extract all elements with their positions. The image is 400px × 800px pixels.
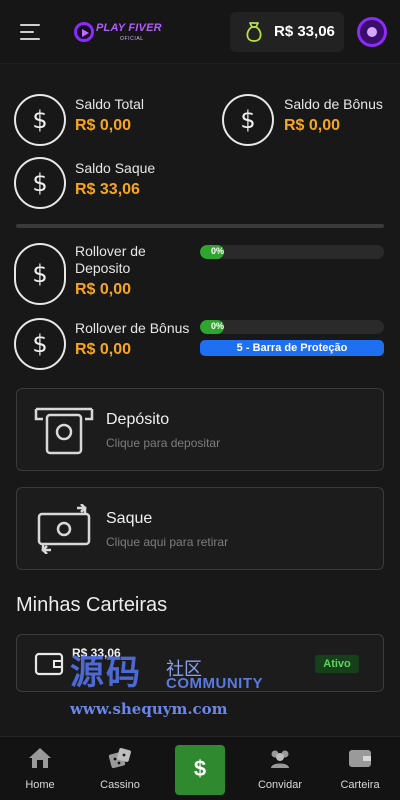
dollar-icon: $: [193, 756, 207, 781]
bonus-balance-label: Saldo de Bônus: [284, 96, 383, 112]
wallet-icon: [349, 750, 371, 767]
header-wallet-amount: R$ 33,06: [274, 23, 335, 40]
watermark-url: www.shequym.com: [70, 700, 228, 718]
dollar-icon: $: [222, 94, 274, 146]
deposit-subtitle: Clique para depositar: [106, 436, 221, 450]
nav-invite[interactable]: Convidar: [240, 737, 320, 800]
wallet-amount: R$ 33,06: [72, 646, 121, 660]
rollover-bonus-label: Rollover de Bônus: [75, 320, 190, 336]
nav-deposit-button[interactable]: $: [175, 745, 225, 795]
my-wallets-title: Minhas Carteiras: [16, 594, 168, 616]
dollar-icon: $: [14, 94, 66, 146]
rollover-bonus-value: R$ 0,00: [75, 341, 132, 358]
withdraw-title: Saque: [106, 510, 153, 527]
withdraw-balance-value: R$ 33,06: [75, 181, 140, 198]
money-bag-icon: [246, 22, 262, 42]
rollover-deposit-label: Rollover de Deposito: [75, 243, 146, 276]
withdraw-subtitle: Clique aqui para retirar: [106, 535, 229, 549]
nav-home-label: Home: [25, 779, 55, 791]
section-divider: [16, 224, 384, 228]
bonus-balance-value: R$ 0,00: [284, 117, 341, 134]
nav-home[interactable]: Home: [0, 737, 80, 800]
brand-logo[interactable]: PLAY FIVER OFICIAL: [74, 20, 166, 46]
withdraw-button[interactable]: Saque Clique aqui para retirar: [16, 487, 384, 570]
logo-name: PLAY FIVER: [96, 22, 162, 34]
nav-wallet-label: Carteira: [340, 779, 380, 791]
bottom-navigation: Home Cassino $ Convidar Carteira: [0, 736, 400, 800]
protection-bar: 5 - Barra de Proteção: [200, 340, 384, 356]
menu-icon[interactable]: [20, 22, 44, 42]
deposit-icon: [34, 407, 94, 455]
deposit-button[interactable]: Depósito Clique para depositar: [16, 388, 384, 471]
play-logo-icon: [74, 22, 94, 42]
header-wallet-balance[interactable]: R$ 33,06: [230, 12, 344, 52]
wallet-status-badge: Ativo: [315, 655, 359, 673]
dollar-icon: $: [14, 243, 66, 305]
rollover-bonus-percent: 0%: [211, 321, 225, 331]
rollover-bonus-progress: 0%: [200, 320, 384, 334]
logo-subtitle: OFICIAL: [120, 36, 144, 42]
dollar-icon: $: [14, 318, 66, 370]
nav-casino-label: Cassino: [100, 779, 140, 791]
withdraw-balance-label: Saldo Saque: [75, 160, 156, 176]
nav-invite-label: Convidar: [257, 779, 303, 791]
wallet-icon: [34, 652, 64, 676]
deposit-title: Depósito: [106, 411, 170, 428]
dollar-icon: $: [14, 157, 66, 209]
user-avatar[interactable]: [357, 17, 387, 47]
rollover-deposit-progress: 0%: [200, 245, 384, 259]
nav-wallet[interactable]: Carteira: [320, 737, 400, 800]
rollover-deposit-value: R$ 0,00: [75, 281, 132, 298]
users-icon: [271, 750, 289, 768]
withdraw-icon: [37, 504, 91, 554]
wallet-list-item[interactable]: R$ 33,06 Ativo: [16, 634, 384, 692]
rollover-deposit-percent: 0%: [211, 246, 225, 256]
home-icon: [29, 748, 51, 768]
dice-icon: [108, 748, 131, 769]
app-header: PLAY FIVER OFICIAL R$ 33,06: [0, 0, 400, 64]
total-balance-value: R$ 0,00: [75, 117, 132, 134]
total-balance-label: Saldo Total: [75, 96, 145, 112]
nav-casino[interactable]: Cassino: [80, 737, 160, 800]
